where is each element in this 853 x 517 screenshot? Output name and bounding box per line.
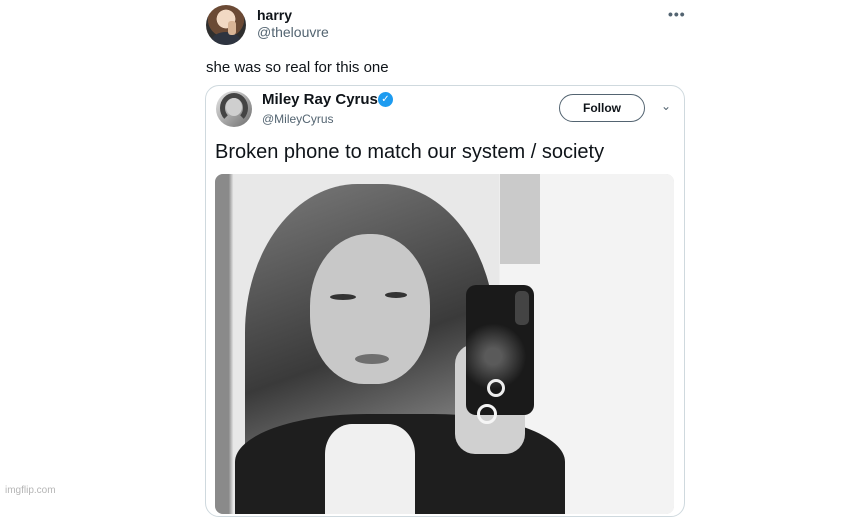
photo-lips: [355, 354, 389, 364]
author-name[interactable]: harry: [257, 7, 292, 23]
quoted-author-avatar[interactable]: [216, 91, 252, 127]
more-horizontal-icon[interactable]: •••: [668, 6, 686, 22]
tweet-text: she was so real for this one: [206, 59, 389, 76]
quoted-tweet-text: Broken phone to match our system / socie…: [215, 141, 605, 163]
avatar-shirt: [212, 32, 240, 45]
imgflip-watermark: imgflip.com: [5, 485, 56, 496]
author-handle[interactable]: @thelouvre: [257, 24, 329, 40]
phone-camera: [515, 291, 529, 325]
quoted-author-handle[interactable]: @MileyCyrus: [262, 112, 334, 126]
chevron-down-icon[interactable]: ⌄: [661, 99, 671, 113]
photo-shirt: [325, 424, 415, 514]
author-avatar[interactable]: [206, 5, 246, 45]
photo-eye: [330, 294, 356, 300]
verified-badge-icon: ✓: [378, 92, 393, 107]
follow-button[interactable]: Follow: [559, 94, 645, 122]
photo-ring: [487, 379, 505, 397]
photo-ring: [477, 404, 497, 424]
avatar-hand: [228, 21, 236, 35]
quoted-tweet[interactable]: Miley Ray Cyrus ✓ @MileyCyrus Follow ⌄ B…: [205, 85, 685, 517]
photo-door: [500, 174, 540, 264]
tweet-photo[interactable]: [215, 174, 674, 514]
quoted-author-name[interactable]: Miley Ray Cyrus: [262, 91, 378, 108]
tweet: harry @thelouvre ••• she was so real for…: [0, 0, 853, 517]
photo-eye: [385, 292, 407, 298]
avatar-face: [226, 98, 242, 116]
